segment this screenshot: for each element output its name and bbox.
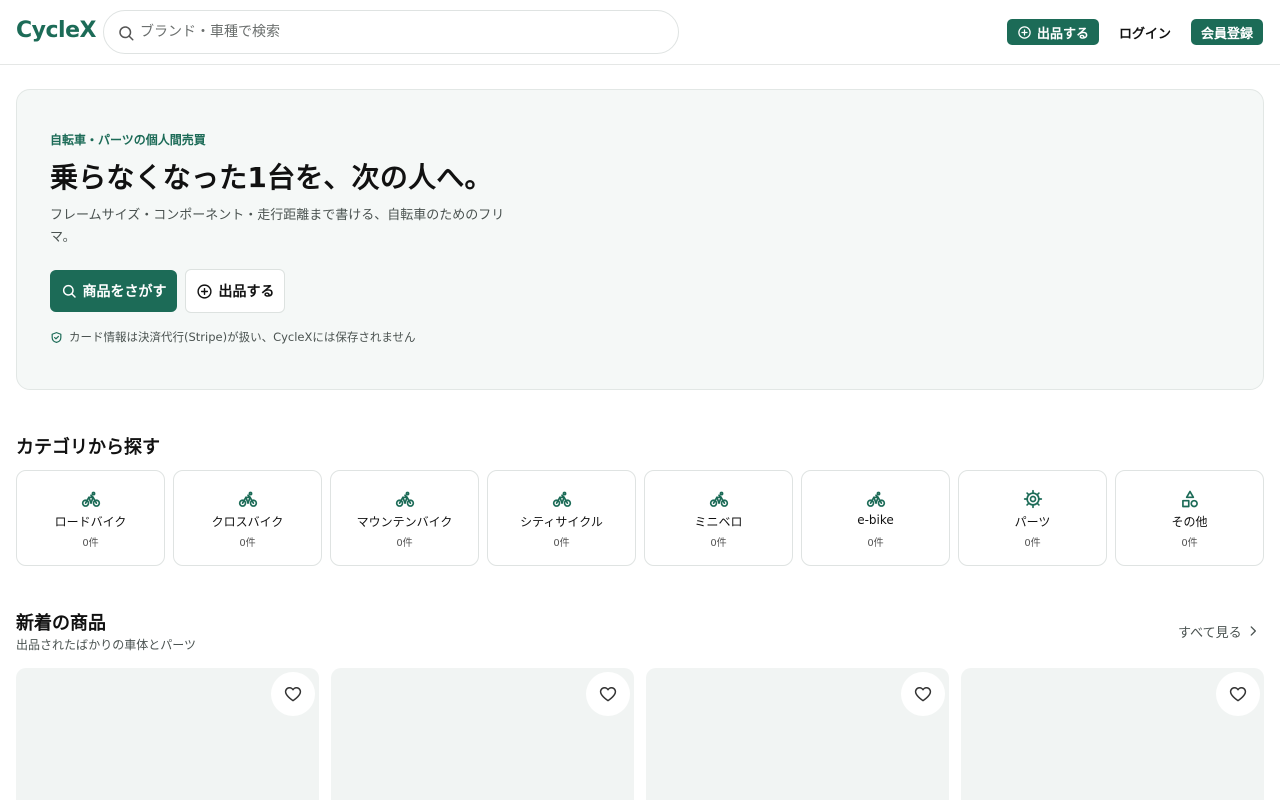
product-card[interactable] (16, 668, 319, 800)
category-name: クロスバイク (211, 515, 284, 529)
site-header: CycleX 出品する ログイン 会員登録 (0, 0, 1280, 65)
product-grid (16, 668, 1264, 800)
heart-icon (914, 687, 932, 702)
favorite-button[interactable] (271, 672, 315, 716)
category-name: パーツ (1014, 515, 1051, 529)
category-name: マウンテンバイク (356, 515, 453, 529)
category-card[interactable]: クロスバイク 0件 (173, 470, 322, 566)
category-count: 0件 (239, 538, 256, 549)
category-name: その他 (1171, 515, 1208, 529)
product-card[interactable] (331, 668, 634, 800)
bicycle-icon (709, 489, 729, 509)
category-name: シティサイクル (520, 515, 603, 529)
category-card[interactable]: その他 0件 (1115, 470, 1264, 566)
favorite-button[interactable] (586, 672, 630, 716)
login-link[interactable]: ログイン (1111, 19, 1179, 45)
hero-description: フレームサイズ・コンポーネント・走行距離まで書ける、自転車のためのフリマ。 (50, 208, 505, 245)
favorite-button[interactable] (901, 672, 945, 716)
header-sell-label: 出品する (1036, 26, 1089, 42)
category-count: 0件 (710, 538, 727, 549)
browse-products-button[interactable]: 商品をさがす (50, 270, 177, 312)
heart-icon (599, 687, 617, 702)
favorite-button[interactable] (1216, 672, 1260, 716)
category-count: 0件 (1024, 538, 1041, 549)
plus-circle-icon (196, 283, 212, 299)
category-card[interactable]: ロードバイク 0件 (16, 470, 165, 566)
new-items-subtitle: 出品されたばかりの車体とパーツ (16, 638, 197, 652)
cog-icon (1023, 489, 1043, 509)
category-name: ロードバイク (54, 515, 127, 529)
new-items-title: 新着の商品 (16, 613, 106, 634)
hero-title: 乗らなくなった1台を、次の人へ。 (50, 161, 493, 194)
hero-sell-button[interactable]: 出品する (185, 269, 285, 313)
bicycle-icon (866, 489, 886, 509)
header-sell-button[interactable]: 出品する (1007, 19, 1099, 45)
category-card[interactable]: シティサイクル 0件 (487, 470, 636, 566)
search-icon (119, 26, 134, 41)
bicycle-icon (395, 489, 415, 509)
search-icon (62, 284, 76, 298)
category-name: ミニベロ (694, 515, 743, 529)
search-input[interactable] (140, 17, 660, 47)
chevron-right-icon (1250, 626, 1256, 636)
hero-sell-label: 出品する (218, 284, 275, 300)
category-count: 0件 (867, 538, 884, 549)
shapes-icon (1180, 489, 1200, 509)
bicycle-icon (552, 489, 572, 509)
category-list: ロードバイク 0件 クロスバイク 0件 マウンテンバイク 0件 シティサイクル 0件 ミニベロ 0… (16, 470, 1264, 566)
shield-check-icon (51, 331, 62, 343)
category-card[interactable]: マウンテンバイク 0件 (330, 470, 479, 566)
category-card[interactable]: パーツ 0件 (958, 470, 1107, 566)
category-count: 0件 (553, 538, 570, 549)
category-count: 0件 (82, 538, 99, 549)
register-button[interactable]: 会員登録 (1191, 19, 1263, 45)
search-bar[interactable] (103, 10, 679, 54)
logo[interactable]: CycleX (16, 18, 96, 43)
product-card[interactable] (646, 668, 949, 800)
categories-title: カテゴリから探す (16, 437, 160, 458)
category-name: e-bike (857, 513, 894, 527)
hero-banner: 自転車・パーツの個人間売買 乗らなくなった1台を、次の人へ。 フレームサイズ・コ… (16, 89, 1264, 390)
category-count: 0件 (396, 538, 413, 549)
secure-payment-note: カード情報は決済代行(Stripe)が扱い、CycleXには保存されません (50, 329, 416, 345)
heart-icon (284, 687, 302, 702)
hero-eyebrow: 自転車・パーツの個人間売買 (50, 133, 206, 147)
heart-icon (1229, 687, 1247, 702)
bicycle-icon (238, 489, 258, 509)
secure-note-text: カード情報は決済代行(Stripe)が扱い、CycleXには保存されません (69, 330, 416, 344)
category-card[interactable]: ミニベロ 0件 (644, 470, 793, 566)
see-all-link[interactable]: すべて見る (1178, 621, 1264, 641)
bicycle-icon (81, 489, 101, 509)
product-card[interactable] (961, 668, 1264, 800)
plus-circle-icon (1018, 25, 1031, 39)
browse-products-label: 商品をさがす (82, 284, 167, 300)
category-card[interactable]: e-bike 0件 (801, 470, 950, 566)
category-count: 0件 (1181, 538, 1198, 549)
see-all-label: すべて見る (1178, 625, 1242, 641)
